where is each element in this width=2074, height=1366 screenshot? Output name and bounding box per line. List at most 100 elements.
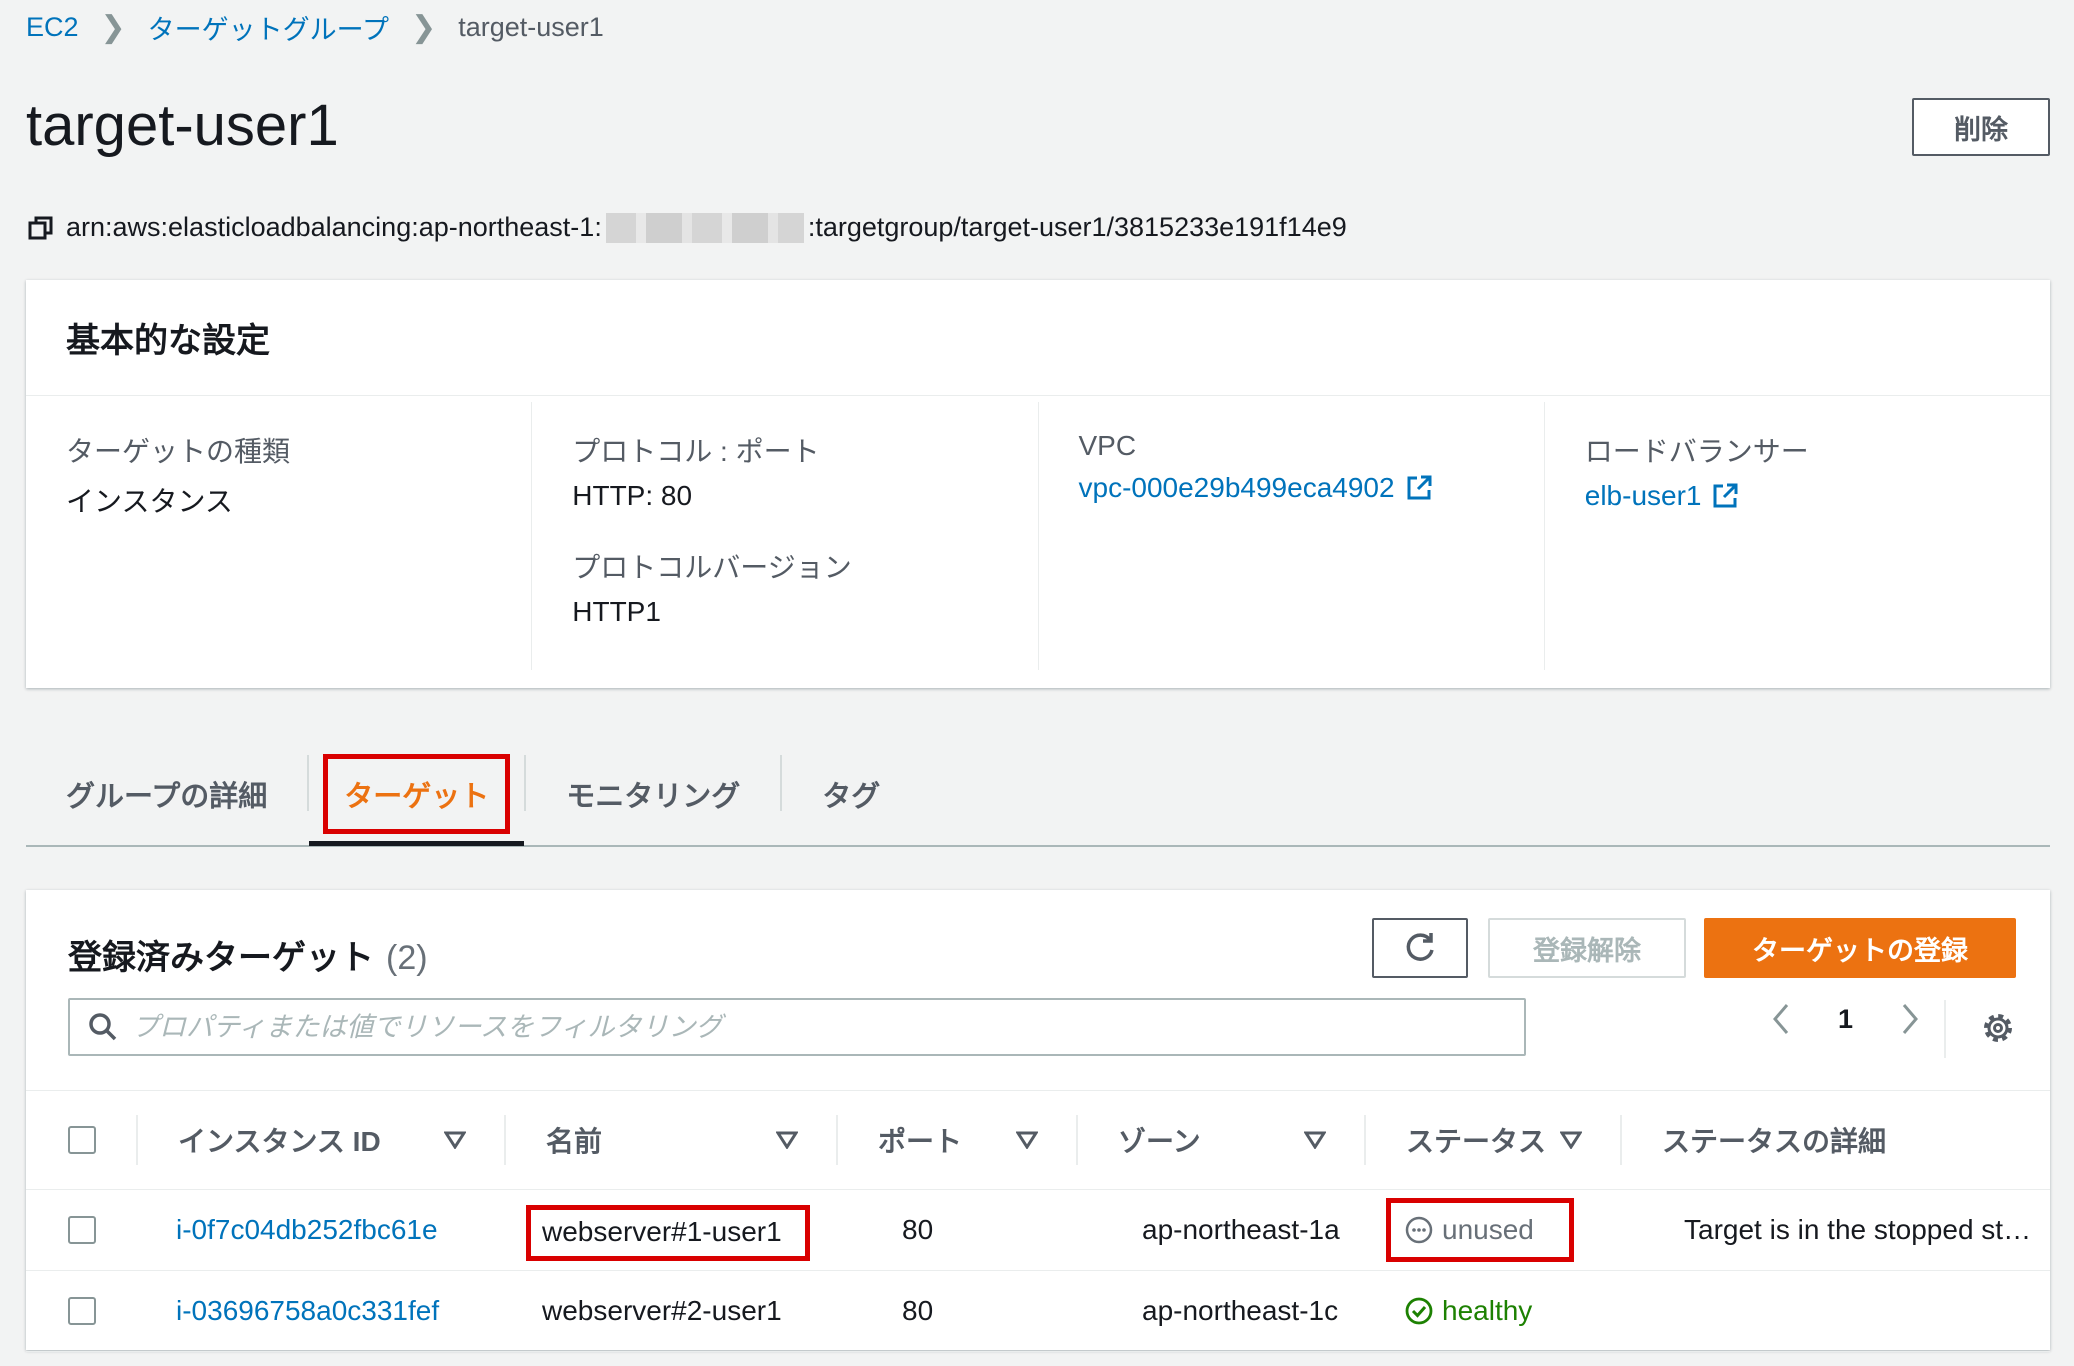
port-value: 80	[902, 1214, 934, 1245]
column-divider	[1364, 1115, 1366, 1165]
basic-settings-panel: 基本的な設定 ターゲットの種類 インスタンス プロトコル : ポート HTTP:…	[26, 280, 2050, 688]
zone-value: ap-northeast-1a	[1142, 1214, 1340, 1245]
tab-label: モニタリング	[566, 781, 741, 813]
row-checkbox[interactable]	[68, 1216, 96, 1244]
vpc-label: VPC	[1078, 430, 1137, 461]
sort-down-icon[interactable]	[1016, 1131, 1038, 1149]
select-all-checkbox[interactable]	[68, 1126, 96, 1154]
tab-monitoring[interactable]: モニタリング	[526, 745, 780, 843]
table-row[interactable]: i-03696758a0c331fef webserver#2-user1 80…	[26, 1271, 2050, 1352]
breadcrumb-target-groups-link[interactable]: ターゲットグループ	[148, 8, 389, 47]
status-detail: Target is in the stopped st…	[1684, 1214, 2032, 1245]
column-header-label: ポート	[878, 1126, 963, 1157]
target-type-value: インスタンス	[66, 486, 233, 517]
instance-name: webserver#2-user1	[542, 1295, 782, 1326]
status-cell-highlight: unused	[1386, 1198, 1574, 1262]
sort-down-icon[interactable]	[776, 1131, 798, 1149]
chevron-right-icon[interactable]	[1899, 1002, 1921, 1036]
chevron-right-icon: ❯	[411, 11, 437, 44]
column-header-status[interactable]: ステータス	[1406, 1091, 1546, 1189]
registered-targets-title: 登録済みターゲット (2)	[68, 930, 428, 979]
gear-icon[interactable]	[1980, 1010, 2016, 1046]
load-balancer-link[interactable]: elb-user1	[1585, 480, 2010, 512]
column-divider	[1076, 1115, 1078, 1165]
tab-group-details[interactable]: グループの詳細	[26, 745, 307, 843]
chevron-right-icon: ❯	[100, 11, 126, 44]
protocol-port-value: HTTP: 80	[572, 480, 693, 511]
status-text: healthy	[1442, 1295, 1533, 1326]
column-header-label: ステータスの詳細	[1662, 1126, 1887, 1157]
copy-icon[interactable]	[28, 215, 54, 241]
arn-prefix: arn:aws:elasticloadbalancing:ap-northeas…	[66, 212, 602, 242]
check-circle-icon	[1405, 1297, 1433, 1325]
registered-targets-count: (2)	[386, 939, 428, 977]
registered-targets-panel: 登録済みターゲット (2) 登録解除 ターゲットの登録 1 インスタンス ID	[26, 890, 2050, 1352]
arn-suffix: :targetgroup/target-user1/3815233e191f14…	[807, 212, 1347, 242]
vpc-column: VPC vpc-000e29b499eca4902	[1037, 402, 1544, 670]
column-header-zone[interactable]: ゾーン	[1118, 1091, 1201, 1189]
refresh-icon	[1406, 933, 1434, 961]
external-link-icon[interactable]	[1405, 474, 1433, 502]
protocol-port-label: プロトコル : ポート	[572, 436, 820, 467]
status-healthy-label: healthy	[1404, 1295, 1532, 1327]
tab-tags[interactable]: タグ	[782, 745, 920, 843]
name-cell-highlight: webserver#1-user1	[526, 1205, 826, 1261]
highlight-box	[1386, 1198, 1574, 1262]
filter-search-box[interactable]	[68, 998, 1526, 1056]
pager-divider	[1944, 1000, 1946, 1058]
column-header-status-detail[interactable]: ステータスの詳細	[1662, 1091, 1886, 1189]
load-balancer-label: ロードバランサー	[1584, 436, 1809, 467]
deregister-button[interactable]: 登録解除	[1488, 918, 1686, 978]
breadcrumb-current: target-user1	[458, 12, 604, 42]
highlight-box	[526, 1205, 810, 1261]
port-value: 80	[902, 1295, 934, 1326]
column-divider	[836, 1115, 838, 1165]
protocol-version-value: HTTP1	[572, 596, 661, 627]
column-divider	[504, 1115, 506, 1165]
refresh-button[interactable]	[1372, 918, 1468, 978]
column-header-label: インスタンス ID	[178, 1126, 381, 1157]
target-type-label: ターゲットの種類	[66, 436, 291, 467]
column-header-label: ゾーン	[1118, 1126, 1201, 1157]
table-row[interactable]: i-0f7c04db252fbc61e webserver#1-user1 80…	[26, 1190, 2050, 1271]
redacted-account-id	[605, 212, 804, 243]
sort-down-icon[interactable]	[1304, 1131, 1326, 1149]
tab-targets[interactable]: ターゲット	[309, 745, 525, 846]
filter-search-input[interactable]	[130, 1010, 1514, 1044]
register-targets-button[interactable]: ターゲットの登録	[1704, 918, 2016, 978]
registered-targets-heading: 登録済みターゲット	[68, 939, 374, 977]
tab-bar: グループの詳細 ターゲット モニタリング タグ	[26, 745, 2050, 847]
status-healthy: healthy	[1404, 1271, 1532, 1351]
load-balancer-column: ロードバランサー elb-user1	[1543, 402, 2050, 670]
protocol-version-label: プロトコルバージョン	[572, 552, 852, 583]
zone-value: ap-northeast-1c	[1142, 1295, 1339, 1326]
column-header-label: 名前	[546, 1126, 603, 1157]
search-icon	[89, 1013, 117, 1041]
instance-id-link[interactable]: i-03696758a0c331fef	[176, 1271, 439, 1351]
arn-line: arn:aws:elasticloadbalancing:ap-northeas…	[28, 212, 1347, 243]
row-checkbox[interactable]	[68, 1297, 96, 1325]
tab-label: ターゲット	[323, 754, 511, 834]
sort-down-icon[interactable]	[444, 1131, 466, 1149]
chevron-left-icon[interactable]	[1770, 1002, 1792, 1036]
column-header-name[interactable]: 名前	[546, 1091, 602, 1189]
external-link-icon[interactable]	[1711, 482, 1739, 510]
targets-table: インスタンス ID 名前 ポート ゾーン ステータス ステータスの詳細 i-0f…	[26, 1090, 2050, 1352]
vpc-link[interactable]: vpc-000e29b499eca4902	[1079, 472, 1504, 504]
column-header-instance-id[interactable]: インスタンス ID	[178, 1091, 381, 1189]
breadcrumb: EC2 ❯ ターゲットグループ ❯ target-user1	[26, 8, 604, 47]
table-header: インスタンス ID 名前 ポート ゾーン ステータス ステータスの詳細	[26, 1090, 2050, 1190]
page-number[interactable]: 1	[1838, 1004, 1853, 1035]
column-header-label: ステータス	[1406, 1126, 1547, 1157]
instance-id-link[interactable]: i-0f7c04db252fbc61e	[176, 1190, 438, 1270]
basic-settings-title: 基本的な設定	[66, 322, 270, 360]
vpc-link-text[interactable]: vpc-000e29b499eca4902	[1079, 472, 1395, 504]
pagination: 1	[1770, 1002, 1921, 1036]
column-header-port[interactable]: ポート	[878, 1091, 962, 1189]
sort-down-icon[interactable]	[1560, 1131, 1582, 1149]
delete-button[interactable]: 削除	[1912, 98, 2050, 156]
load-balancer-link-text[interactable]: elb-user1	[1585, 480, 1702, 512]
breadcrumb-ec2-link[interactable]: EC2	[26, 12, 79, 43]
page-title: target-user1	[26, 93, 339, 158]
basic-settings-header: 基本的な設定	[26, 280, 2050, 396]
